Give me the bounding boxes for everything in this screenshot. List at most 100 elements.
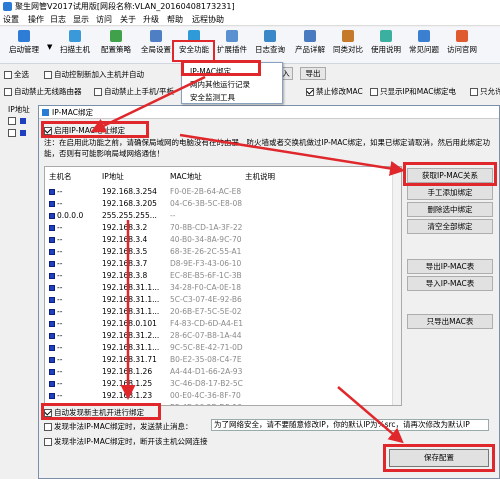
- dialog-icon: [42, 109, 49, 116]
- host-marker: [49, 260, 55, 267]
- menu-item-about[interactable]: 关于: [120, 14, 136, 25]
- only-show-bound-checkbox[interactable]: [370, 87, 378, 96]
- app-icon: [3, 2, 12, 11]
- menu-item-run-records[interactable]: 网内其他运行记录: [190, 79, 250, 90]
- only-allow-option[interactable]: 只允许: [470, 86, 500, 97]
- ip-cell: 192.168.3.2: [102, 223, 148, 232]
- host-name: --: [57, 223, 63, 232]
- faq-icon: [418, 30, 430, 42]
- manual-add-button[interactable]: 手工添加绑定: [407, 185, 493, 200]
- forbid-modify-mac-label: 禁止修改MAC: [316, 87, 363, 96]
- table-row[interactable]: -- 192.168.3.8 EC-8E-B5-6F-1C-3B: [45, 270, 391, 282]
- delete-selected-button[interactable]: 删除选中绑定: [407, 202, 493, 217]
- menu-item-log[interactable]: 日志: [50, 14, 66, 25]
- menu-item-access[interactable]: 访问: [96, 14, 112, 25]
- menu-item-remote[interactable]: 远程协助: [192, 14, 224, 25]
- usage-guide-button[interactable]: 使用说明: [367, 28, 405, 63]
- ip-mac-bind-dialog: IP-MAC绑定 启用IP-MAC地址绑定 注：在启用此功能之前，请确保局域网的…: [38, 105, 500, 479]
- host-cell: --: [49, 223, 62, 232]
- mac-cell: F4-83-CD-6D-A4-E1: [170, 319, 243, 328]
- product-details-button[interactable]: 产品详解: [291, 28, 329, 63]
- row-checkbox[interactable]: [8, 117, 16, 125]
- host-marker: [49, 308, 55, 315]
- disconnect-checkbox[interactable]: [44, 437, 52, 446]
- warn-message-option[interactable]: 发现非法IP-MAC绑定时，发送禁止消息：: [44, 421, 192, 432]
- table-row[interactable]: -- 192.168.3.5 68-3E-26-2C-55-A1: [45, 246, 391, 258]
- menu-item-help[interactable]: 帮助: [167, 14, 183, 25]
- faq-button[interactable]: 常见问题: [405, 28, 443, 63]
- only-show-bound-option[interactable]: 只显示IP和MAC绑定电: [370, 86, 456, 97]
- table-row[interactable]: 0.0.0.0 255.255.255... --: [45, 210, 391, 222]
- mac-cell: 04-C6-3B-5C-E8-08: [170, 199, 243, 208]
- window-title: 聚生网管V2017试用版[网段名称:VLAN_20160408173231]: [15, 2, 235, 11]
- menu-item-display[interactable]: 显示: [73, 14, 89, 25]
- disconnect-label: 发现非法IP-MAC绑定时，断开该主机公网连接: [54, 437, 208, 446]
- import-table-button[interactable]: 导入IP-MAC表: [407, 276, 493, 291]
- auto-control-checkbox[interactable]: [44, 70, 52, 79]
- export-button[interactable]: 导出: [300, 67, 326, 80]
- ip-cell: 192.168.31.1...: [102, 307, 160, 316]
- scan-hosts-button[interactable]: 扫描主机: [55, 28, 95, 63]
- host-cell: 0.0.0.0: [49, 211, 83, 220]
- export-table-button[interactable]: 导出IP-MAC表: [407, 259, 493, 274]
- menu-item-upgrade[interactable]: 升级: [143, 14, 159, 25]
- chevron-down-icon[interactable]: ▼: [47, 43, 52, 51]
- table-row[interactable]: -- 192.168.3.2 70-8B-CD-1A-3F-22: [45, 222, 391, 234]
- table-row[interactable]: -- 192.168.31.1... 20-6B-E7-5C-5E-02: [45, 306, 391, 318]
- table-row[interactable]: -- 192.168.3.205 04-C6-3B-5C-E8-08: [45, 198, 391, 210]
- table-row[interactable]: -- 192.168.1.23 00-E0-4C-36-8F-70: [45, 390, 391, 402]
- host-marker: [49, 212, 55, 219]
- official-site-label: 访问官网: [447, 45, 477, 54]
- host-marker: [49, 188, 55, 195]
- host-name: --: [57, 379, 63, 388]
- table-scrollbar[interactable]: [392, 167, 401, 405]
- auto-forbid-tablet-checkbox[interactable]: [94, 87, 102, 96]
- select-all-option[interactable]: 全选: [4, 69, 29, 80]
- config-policy-button[interactable]: 配置策略: [96, 28, 136, 63]
- auto-control-option[interactable]: 自动控制新加入主机并自动: [44, 69, 144, 80]
- row-checkbox[interactable]: [8, 129, 16, 137]
- table-row[interactable]: -- 192.168.31.1... 9C-5C-8E-42-71-0D: [45, 342, 391, 354]
- table-row[interactable]: -- 192.168.31.1... 5C-C3-07-4E-92-B6: [45, 294, 391, 306]
- highlight-fetch-button: [403, 162, 497, 186]
- mac-cell: F0-0E-2B-64-AC-E8: [170, 187, 242, 196]
- table-row[interactable]: -- 192.168.31.71 B0-E2-35-08-C4-7E: [45, 354, 391, 366]
- menu-item-settings[interactable]: 设置: [3, 14, 19, 25]
- official-site-button[interactable]: 访问官网: [443, 28, 481, 63]
- table-row[interactable]: -- 192.168.3.254 F0-0E-2B-64-AC-E8: [45, 186, 391, 198]
- col-mac: MAC地址: [170, 172, 202, 181]
- only-allow-checkbox[interactable]: [470, 87, 478, 96]
- warn-message-label: 发现非法IP-MAC绑定时，发送禁止消息：: [54, 422, 193, 431]
- export-mac-only-button[interactable]: 只导出MAC表: [407, 314, 493, 329]
- select-all-checkbox[interactable]: [4, 70, 12, 79]
- global-settings-button[interactable]: 全局设置: [136, 28, 176, 63]
- forbid-modify-mac-checkbox[interactable]: [306, 87, 314, 96]
- table-row[interactable]: -- 192.168.1.26 A4-44-D1-66-2A-93: [45, 366, 391, 378]
- start-manage-button[interactable]: 启动管理: [4, 28, 44, 63]
- disconnect-option[interactable]: 发现非法IP-MAC绑定时，断开该主机公网连接: [44, 436, 207, 447]
- table-row[interactable]: -- 192.168.0.101 F4-83-CD-6D-A4-E1: [45, 318, 391, 330]
- ip-cell: 192.168.1.23: [102, 391, 153, 400]
- global-settings-label: 全局设置: [141, 45, 171, 54]
- host-name: --: [57, 331, 63, 340]
- warn-message-input[interactable]: 为了网络安全，请不要随意修改IP，你的默认IP为%src，请再次修改为默认IP: [211, 419, 489, 431]
- table-row[interactable]: -- 192.168.31.1... 34-28-F0-CA-0E-18: [45, 282, 391, 294]
- host-marker: [49, 272, 55, 279]
- table-row[interactable]: -- 192.168.1.25 3C-46-D8-17-B2-5C: [45, 378, 391, 390]
- auto-forbid-wifi-checkbox[interactable]: [4, 87, 12, 96]
- forbid-modify-mac-option[interactable]: 禁止修改MAC: [306, 86, 363, 97]
- table-row[interactable]: -- 192.168.3.7 D8-9E-F3-43-06-10: [45, 258, 391, 270]
- auto-forbid-tablet-option[interactable]: 自动禁止上手机/平板: [94, 86, 174, 97]
- log-query-button[interactable]: 日志查询: [251, 28, 289, 63]
- table-row[interactable]: -- 192.168.31.2... 28-6C-07-B8-1A-44: [45, 330, 391, 342]
- table-row[interactable]: -- 192.168.3.4 40-B0-34-8A-9C-70: [45, 234, 391, 246]
- warn-message-checkbox[interactable]: [44, 422, 52, 431]
- plugins-button[interactable]: 扩展插件: [213, 28, 251, 63]
- menu-item-security-tools[interactable]: 安全监测工具: [190, 92, 235, 103]
- compare-button[interactable]: 同类对比: [329, 28, 367, 63]
- start-manage-label: 启动管理: [9, 45, 39, 54]
- compare-icon: [342, 30, 354, 42]
- menu-item-operate[interactable]: 操作: [28, 14, 44, 25]
- clear-all-button[interactable]: 清空全部绑定: [407, 219, 493, 234]
- auto-forbid-wifi-option[interactable]: 自动禁止无线路由器: [4, 86, 82, 97]
